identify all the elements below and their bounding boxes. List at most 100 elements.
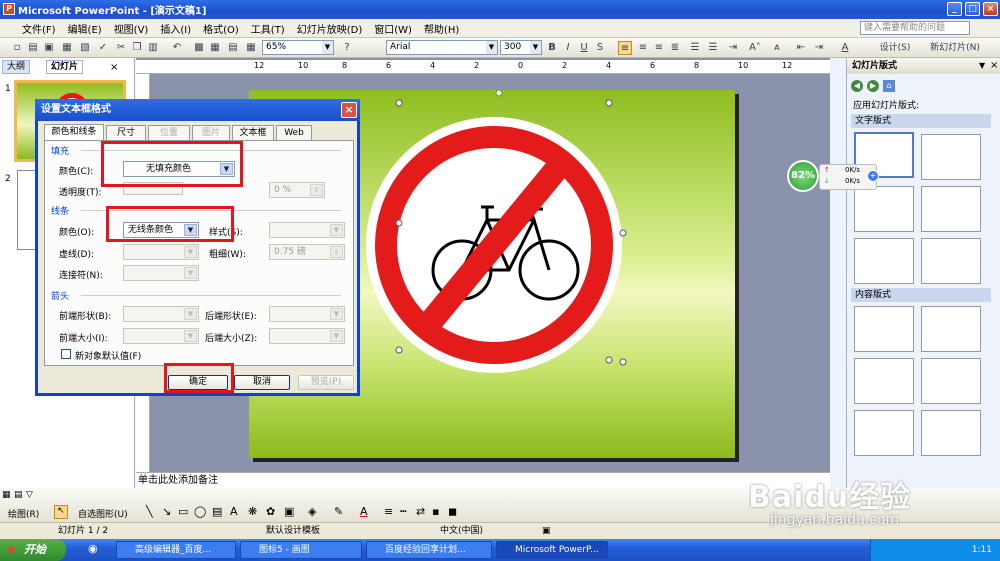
undo-icon[interactable]: ↶	[170, 41, 184, 55]
sorter-view-icon[interactable]: ▤	[14, 490, 23, 500]
normal-view-icon[interactable]: ▦	[2, 490, 11, 500]
indent-icon[interactable]: ⇥	[726, 41, 740, 55]
task-powerpoint[interactable]: Microsoft PowerP...	[496, 541, 608, 559]
new-slide-button[interactable]: 新幻灯片(N)	[924, 41, 986, 55]
dash-select[interactable]: ▼	[123, 244, 199, 260]
weight-input[interactable]: 0.75 磅 ⇕	[269, 244, 345, 260]
italic-button[interactable]: I	[561, 41, 575, 55]
forward-icon[interactable]: ▶	[867, 80, 879, 92]
bold-button[interactable]: B	[545, 41, 559, 55]
layout-title-only[interactable]	[921, 134, 981, 180]
help-search-input[interactable]: 键入需要帮助的问题	[860, 21, 970, 35]
arrow-icon[interactable]: ↘	[162, 505, 171, 518]
save-icon[interactable]: ▣	[42, 41, 56, 55]
select-pointer-icon[interactable]: ↖	[54, 505, 68, 519]
dialog-close-button[interactable]: ×	[341, 102, 357, 118]
default-checkbox[interactable]	[61, 349, 71, 359]
arrow-style-icon[interactable]: ⇄	[416, 505, 425, 518]
tab-slides[interactable]: 幻灯片	[46, 60, 84, 74]
cancel-button[interactable]: 取消	[234, 375, 290, 390]
menu-tools[interactable]: 工具(T)	[245, 21, 291, 36]
end-style-select[interactable]: ▼	[269, 306, 345, 322]
fill-color-icon[interactable]: ◈	[308, 505, 316, 518]
tab-web[interactable]: Web	[276, 125, 312, 140]
oval-icon[interactable]: ◯	[194, 505, 206, 518]
increase-indent-icon[interactable]: ⇥	[812, 41, 826, 55]
numbering-icon[interactable]: ☰	[688, 41, 702, 55]
tab-size[interactable]: 尺寸	[106, 125, 146, 140]
justify-icon[interactable]: ≣	[668, 41, 682, 55]
bullets-icon[interactable]: ☰	[706, 41, 720, 55]
slideshow-view-icon[interactable]: ▽	[26, 490, 33, 500]
layout-vertical-text[interactable]	[854, 238, 914, 284]
font-size-select[interactable]: 300 ▼	[500, 40, 542, 55]
notes-pane[interactable]: 单击此处添加备注	[136, 472, 830, 488]
textbox-icon[interactable]: ▤	[212, 505, 222, 518]
end-size-select[interactable]: ▼	[269, 328, 345, 344]
tab-colors-lines[interactable]: 颜色和线条	[44, 124, 104, 140]
rectangle-icon[interactable]: ▭	[178, 505, 188, 518]
dash-style-icon[interactable]: ┅	[400, 505, 407, 518]
maximize-button[interactable]: □	[965, 2, 980, 16]
grid-icon[interactable]: ▦	[244, 41, 258, 55]
begin-size-select[interactable]: ▼	[123, 328, 199, 344]
menu-slideshow[interactable]: 幻灯片放映(D)	[291, 21, 369, 36]
cut-icon[interactable]: ✂	[114, 41, 128, 55]
layout-four-content[interactable]	[921, 410, 981, 456]
connector-select[interactable]: ▼	[123, 265, 199, 281]
menu-file[interactable]: 文件(F)	[16, 21, 62, 36]
close-button[interactable]: ×	[983, 2, 998, 16]
menu-edit[interactable]: 编辑(E)	[62, 21, 108, 36]
tab-outline[interactable]: 大纲	[2, 60, 31, 74]
shadow-style-icon[interactable]: ▪	[432, 505, 439, 518]
menu-help[interactable]: 帮助(H)	[418, 21, 465, 36]
shrink-font-icon[interactable]: ᴀ	[770, 41, 784, 55]
3d-style-icon[interactable]: ◼	[448, 505, 457, 518]
new-icon[interactable]: ▫	[10, 41, 24, 55]
tab-textbox[interactable]: 文本框	[232, 125, 274, 140]
layout-title-content[interactable]	[854, 358, 914, 404]
network-speed-widget[interactable]: 82% ↑ 0K/s ↓ 0K/s +	[787, 160, 882, 195]
chevron-down-icon[interactable]: ▼	[979, 61, 985, 70]
line-style-select[interactable]: ▼	[269, 222, 345, 238]
task-browser[interactable]: 高级编辑器_百度...	[116, 541, 236, 559]
tab-picture[interactable]: 图片	[192, 125, 230, 140]
minimize-button[interactable]: _	[947, 2, 962, 16]
quicklaunch-icon[interactable]: ◉	[88, 542, 98, 555]
help-icon[interactable]: ?	[340, 41, 354, 55]
shadow-button[interactable]: S	[593, 41, 607, 55]
wordart-icon[interactable]: A	[230, 505, 238, 518]
line-style-icon[interactable]: ≡	[384, 505, 393, 518]
menu-insert[interactable]: 插入(I)	[154, 21, 197, 36]
copy-icon[interactable]: ❐	[130, 41, 144, 55]
back-icon[interactable]: ◀	[851, 80, 863, 92]
layout-vertical-title[interactable]	[921, 238, 981, 284]
table-icon[interactable]: ▦	[208, 41, 222, 55]
grow-font-button[interactable]: A˄	[744, 41, 766, 55]
align-right-icon[interactable]: ≡	[652, 41, 666, 55]
menu-window[interactable]: 窗口(W)	[368, 21, 418, 36]
menu-format[interactable]: 格式(O)	[197, 21, 245, 36]
layout-title-two-content[interactable]	[921, 358, 981, 404]
close-icon[interactable]: ×	[990, 60, 998, 71]
task-baidu[interactable]: 百度经验回享计划...	[366, 541, 492, 559]
font-color-icon[interactable]: A	[360, 505, 368, 518]
design-button[interactable]: 设计(S)	[870, 41, 920, 55]
layout-content-grid[interactable]	[854, 410, 914, 456]
chart-icon[interactable]: ▩	[192, 41, 206, 55]
menu-view[interactable]: 视图(V)	[108, 21, 155, 36]
transparency-input[interactable]: 0 % ⇕	[269, 182, 325, 198]
tab-position[interactable]: 位置	[148, 125, 190, 140]
task-paint[interactable]: 图标5 - 画图	[240, 541, 362, 559]
open-icon[interactable]: ▤	[26, 41, 40, 55]
autoshapes-menu[interactable]: 自选图形(U)	[78, 507, 128, 520]
font-color-button[interactable]: A	[838, 41, 852, 55]
draw-menu[interactable]: 绘图(R)	[8, 507, 39, 520]
layout-blank[interactable]	[854, 306, 914, 352]
align-left-icon[interactable]: ≡	[618, 41, 632, 55]
line-icon[interactable]: ╲	[146, 505, 153, 518]
home-icon[interactable]: ⌂	[883, 80, 895, 92]
font-select[interactable]: Arial ▼	[386, 40, 498, 55]
zoom-select[interactable]: 65% ▼	[262, 40, 334, 55]
align-center-icon[interactable]: ≡	[636, 41, 650, 55]
